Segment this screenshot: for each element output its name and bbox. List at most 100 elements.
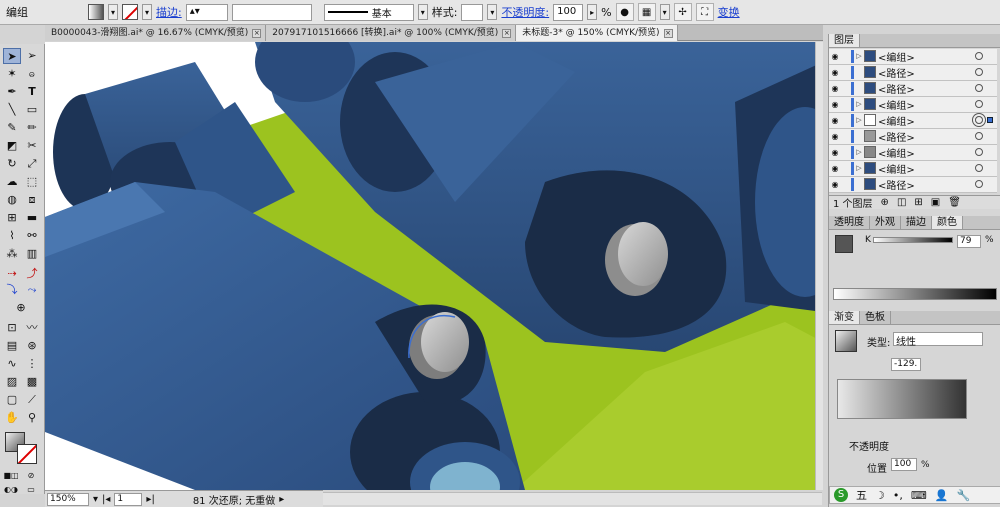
- reshape-icon[interactable]: ⤵: [3, 282, 21, 298]
- perspective-icon[interactable]: ⧈: [23, 192, 41, 208]
- color-preview-swatch[interactable]: [835, 235, 853, 253]
- paintbrush-icon[interactable]: ✎: [3, 120, 21, 136]
- expand-icon[interactable]: ▷: [854, 116, 864, 124]
- tab-doc-3[interactable]: 未标题-3* @ 150% (CMYK/预览) ×: [516, 25, 678, 41]
- chart-icon[interactable]: ▨: [3, 374, 21, 390]
- moon-icon[interactable]: ☽: [875, 489, 885, 502]
- layer-row[interactable]: ◉ <路径>: [829, 129, 997, 145]
- variable-width-select[interactable]: [231, 3, 312, 21]
- opacity-label[interactable]: 不透明度:: [501, 4, 549, 20]
- horizontal-scrollbar[interactable]: [322, 492, 822, 505]
- fill-dropdown[interactable]: ▾: [108, 4, 118, 20]
- curvature-icon[interactable]: ⤴: [23, 266, 41, 282]
- vertical-scrollbar[interactable]: [815, 42, 823, 490]
- draw-mode-icon[interactable]: ◐◑: [2, 482, 20, 498]
- graphic-style-dropdown[interactable]: ▾: [487, 4, 498, 20]
- next-artboard-icon[interactable]: ▸|: [146, 494, 154, 505]
- stroke-weight-field[interactable]: ▴▾: [185, 3, 228, 21]
- target-icon[interactable]: [975, 148, 983, 157]
- warp-icon[interactable]: ☁: [3, 174, 21, 190]
- prev-artboard-icon[interactable]: |◂: [102, 494, 110, 505]
- tab-gradient[interactable]: 渐变: [829, 311, 860, 324]
- rectangle-icon[interactable]: ▭: [23, 102, 41, 118]
- direct-selection-tool-icon[interactable]: ➢: [23, 48, 41, 64]
- layer-row[interactable]: ◉ ▷ <编组>: [829, 97, 997, 113]
- layer-row[interactable]: ◉ ▷ <编组>: [829, 49, 997, 65]
- close-icon[interactable]: ×: [663, 28, 673, 38]
- artboard-rect-icon[interactable]: ▢: [3, 392, 21, 408]
- symbol-sprayer-icon[interactable]: ⁂: [3, 246, 21, 262]
- ime-mode-label[interactable]: 五: [856, 487, 867, 503]
- eraser-icon[interactable]: ◩: [3, 138, 21, 154]
- selection-tool-icon[interactable]: ➤: [3, 48, 21, 64]
- crosshair-icon[interactable]: ⊕: [12, 300, 30, 316]
- stroke-swatch[interactable]: [122, 4, 138, 20]
- lasso-icon[interactable]: ဓ: [23, 66, 41, 82]
- wrench-icon[interactable]: 🔧: [956, 489, 970, 502]
- hand-icon[interactable]: ✋: [3, 410, 21, 426]
- bar-chart-icon[interactable]: ▩: [23, 374, 41, 390]
- knife-icon[interactable]: ⟋: [23, 392, 41, 408]
- gradient-type-select[interactable]: 线性: [893, 332, 983, 348]
- layer-row[interactable]: ◉ <路径>: [829, 81, 997, 97]
- punctuation-icon[interactable]: •,: [893, 489, 903, 502]
- artboard-number-field[interactable]: 1: [114, 492, 143, 506]
- screen-mode-icon[interactable]: ▭: [22, 482, 40, 498]
- layer-row[interactable]: ◉ <路径>: [829, 65, 997, 81]
- fill-swatch[interactable]: [88, 4, 104, 20]
- tab-swatches[interactable]: 色板: [860, 311, 891, 324]
- line-icon[interactable]: ╲: [3, 102, 21, 118]
- eye-icon[interactable]: ◉: [829, 116, 841, 125]
- eye-icon[interactable]: ◉: [829, 180, 841, 189]
- magic-wand-icon[interactable]: ✶: [3, 66, 21, 82]
- eye-icon[interactable]: ◉: [829, 52, 841, 61]
- target-icon[interactable]: [975, 52, 983, 61]
- user-icon[interactable]: 👤: [935, 489, 949, 502]
- free-transform-icon[interactable]: ⬚: [23, 174, 41, 190]
- eye-icon[interactable]: ◉: [829, 100, 841, 109]
- make-clip-mask-icon[interactable]: ◫: [897, 197, 906, 208]
- eye-icon[interactable]: ◉: [829, 68, 841, 77]
- tab-color[interactable]: 颜色: [932, 216, 963, 229]
- eye-icon[interactable]: ◉: [829, 132, 841, 141]
- tab-appearance[interactable]: 外观: [870, 216, 901, 229]
- tab-transparency[interactable]: 透明度: [829, 216, 870, 229]
- close-icon[interactable]: ×: [252, 28, 262, 38]
- k-slider[interactable]: [873, 237, 953, 243]
- brush-definition-select[interactable]: 基本: [323, 3, 414, 21]
- expand-icon[interactable]: ▷: [854, 164, 864, 172]
- pattern-icon[interactable]: ⋮: [23, 356, 41, 372]
- scissors-icon[interactable]: ✂: [23, 138, 41, 154]
- layer-row-selected[interactable]: ◉ ▷ <编组>: [829, 113, 997, 129]
- rotate-icon[interactable]: ↻: [3, 156, 21, 172]
- left-cap-face[interactable]: [421, 312, 469, 372]
- graphic-style-swatch[interactable]: [461, 3, 484, 21]
- expand-icon[interactable]: ▷: [854, 148, 864, 156]
- gradient-preview-swatch[interactable]: [835, 330, 857, 352]
- target-icon[interactable]: [975, 180, 983, 189]
- status-menu-icon[interactable]: ▸: [279, 494, 284, 505]
- color-spectrum-bar[interactable]: [833, 288, 997, 300]
- width-tool-icon[interactable]: ⇢: [3, 266, 21, 282]
- layer-row[interactable]: ◉ ▷ <编组>: [829, 161, 997, 177]
- stroke-color-box[interactable]: [17, 444, 37, 464]
- gradient-location-field[interactable]: 100: [891, 458, 917, 471]
- tab-layers[interactable]: 图层: [829, 34, 860, 47]
- expand-icon[interactable]: ▷: [854, 100, 864, 108]
- blend-icon[interactable]: ⚯: [23, 228, 41, 244]
- target-icon[interactable]: [975, 116, 983, 125]
- tab-stroke[interactable]: 描边: [901, 216, 932, 229]
- sogou-logo-icon[interactable]: S: [834, 488, 848, 502]
- k-value-field[interactable]: 79: [957, 235, 981, 248]
- transform-link[interactable]: 变换: [718, 4, 740, 20]
- column-graph-icon[interactable]: ▥: [23, 246, 41, 262]
- keyboard-icon[interactable]: ⌨: [911, 489, 927, 502]
- zoom-dropdown-icon[interactable]: ▾: [93, 494, 98, 505]
- shape-builder-icon[interactable]: ◍: [3, 192, 21, 208]
- envelope-icon[interactable]: ⊛: [23, 338, 41, 354]
- close-icon[interactable]: ×: [502, 28, 512, 38]
- zoom-field[interactable]: 150%: [47, 492, 89, 506]
- eye-icon[interactable]: ◉: [829, 84, 841, 93]
- stroke-style-dropdown[interactable]: ▾: [417, 4, 428, 20]
- tab-doc-1[interactable]: B0000043-滑翔图.ai* @ 16.67% (CMYK/预览) ×: [45, 25, 267, 41]
